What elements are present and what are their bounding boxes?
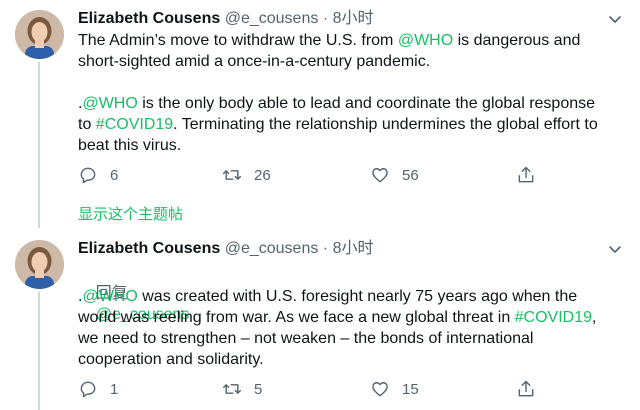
separator-dot: · xyxy=(322,240,329,257)
retweet-button[interactable]: 26 xyxy=(222,164,271,186)
tweet-2[interactable]: Elizabeth Cousens @e_cousens · 8小时 回复 @e… xyxy=(0,200,640,410)
text-segment: world was reeling from war. As we face a… xyxy=(78,309,515,326)
chevron-down-icon[interactable] xyxy=(608,12,622,26)
separator-dot: · xyxy=(322,10,329,27)
text-segment: The Admin’s move to withdraw the U.S. fr… xyxy=(78,32,398,49)
action-bar: 1 5 15 xyxy=(78,378,548,400)
text-line: cooperation and solidarity. xyxy=(78,349,626,370)
text-line: short-sighted amid a once-in-a-century p… xyxy=(78,51,626,72)
show-thread-link[interactable]: 显示这个主题帖 xyxy=(78,203,183,224)
share-button[interactable] xyxy=(516,164,536,186)
tweet-header: Elizabeth Cousens @e_cousens · 8小时 xyxy=(78,238,373,260)
text-segment: is dangerous and xyxy=(453,32,581,49)
text-line: .@WHO is the only body able to lead and … xyxy=(78,93,626,114)
text-segment: short-sighted amid a once-in-a-century p… xyxy=(78,53,431,70)
text-line: .@WHO was created with U.S. foresight ne… xyxy=(78,286,626,307)
hashtag-link[interactable]: #COVID19 xyxy=(515,309,592,326)
mention-link[interactable]: @WHO xyxy=(82,288,137,305)
thread-line-top xyxy=(38,200,40,228)
text-segment: was created with U.S. foresight nearly 7… xyxy=(137,288,578,305)
avatar-photo xyxy=(15,240,64,289)
share-icon xyxy=(518,166,534,183)
text-segment: beat this virus. xyxy=(78,137,182,154)
tweet-text: .@WHO was created with U.S. foresight ne… xyxy=(78,286,626,370)
display-name[interactable]: Elizabeth Cousens xyxy=(78,240,220,257)
like-count: 15 xyxy=(402,380,419,398)
heart-icon xyxy=(372,168,388,183)
tweet-header: Elizabeth Cousens @e_cousens · 8小时 xyxy=(78,8,373,30)
avatar[interactable] xyxy=(15,10,64,59)
text-line: The Admin’s move to withdraw the U.S. fr… xyxy=(78,30,626,51)
like-button[interactable]: 56 xyxy=(370,164,419,186)
retweet-count: 26 xyxy=(254,166,271,184)
text-segment: , xyxy=(592,309,597,326)
text-segment: is the only body able to lead and coordi… xyxy=(137,95,596,112)
like-count: 56 xyxy=(402,166,419,184)
text-segment: to xyxy=(78,116,96,133)
display-name[interactable]: Elizabeth Cousens xyxy=(78,10,220,27)
handle[interactable]: @e_cousens xyxy=(225,10,319,27)
thread-line xyxy=(38,62,40,202)
like-button[interactable]: 15 xyxy=(370,378,419,400)
reply-button[interactable]: 1 xyxy=(78,378,118,400)
share-button[interactable] xyxy=(516,378,536,400)
text-line: world was reeling from war. As we face a… xyxy=(78,307,626,328)
tweet-text: The Admin’s move to withdraw the U.S. fr… xyxy=(78,30,626,156)
avatar[interactable] xyxy=(15,240,64,289)
text-line xyxy=(78,72,626,93)
thread-line xyxy=(38,292,40,410)
reply-icon xyxy=(80,167,96,184)
mention-link[interactable]: @WHO xyxy=(82,95,137,112)
reply-button[interactable]: 6 xyxy=(78,164,118,186)
text-segment: we need to strengthen – not weaken – the… xyxy=(78,330,534,347)
retweet-icon xyxy=(222,170,242,180)
timestamp[interactable]: 8小时 xyxy=(333,10,374,27)
timestamp[interactable]: 8小时 xyxy=(333,240,374,257)
mention-link[interactable]: @WHO xyxy=(398,32,453,49)
reply-icon xyxy=(80,381,96,398)
avatar-photo xyxy=(15,10,64,59)
text-line: to #COVID19. Terminating the relationshi… xyxy=(78,114,626,135)
retweet-count: 5 xyxy=(254,380,263,398)
action-bar: 6 26 56 xyxy=(78,164,548,186)
retweet-button[interactable]: 5 xyxy=(222,378,262,400)
share-icon xyxy=(518,380,534,397)
text-line: we need to strengthen – not weaken – the… xyxy=(78,328,626,349)
hashtag-link[interactable]: #COVID19 xyxy=(96,116,173,133)
reply-count: 1 xyxy=(110,380,119,398)
chevron-down-icon[interactable] xyxy=(608,242,622,256)
tweet-1[interactable]: Elizabeth Cousens @e_cousens · 8小时 The A… xyxy=(0,0,640,223)
reply-count: 6 xyxy=(110,166,119,184)
heart-icon xyxy=(372,382,388,397)
text-segment: cooperation and solidarity. xyxy=(78,351,264,368)
text-segment: . Terminating the relationship undermine… xyxy=(173,116,598,133)
handle[interactable]: @e_cousens xyxy=(225,240,319,257)
text-line: beat this virus. xyxy=(78,135,626,156)
retweet-icon xyxy=(222,384,242,394)
